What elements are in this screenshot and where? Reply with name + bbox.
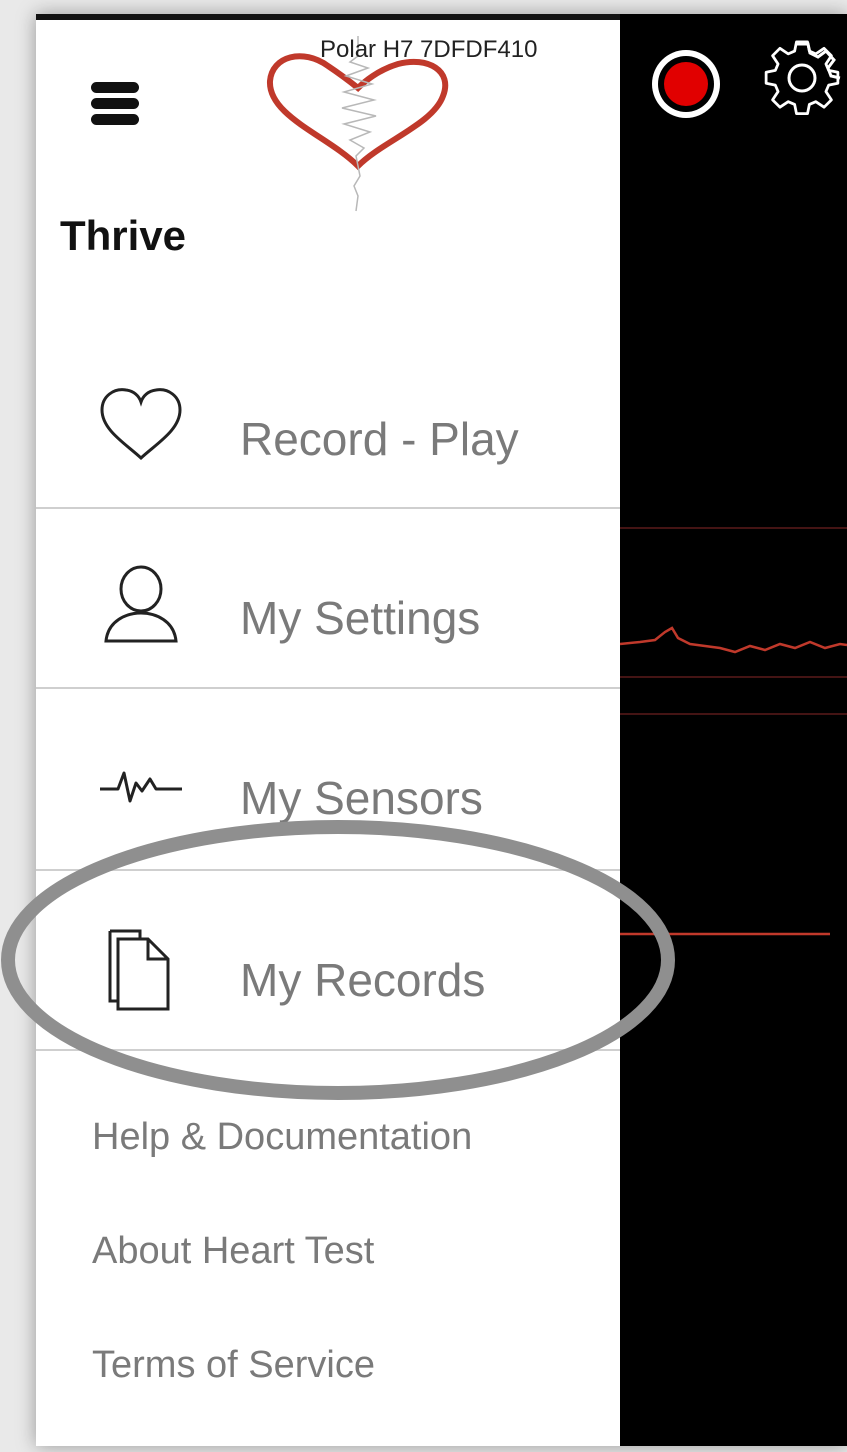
link-terms-of-service[interactable]: Terms of Service	[92, 1344, 375, 1387]
app-title: Thrive	[60, 212, 187, 259]
drawer-top-edge	[36, 14, 620, 20]
gear-icon	[764, 40, 841, 116]
menu-divider	[36, 1049, 620, 1051]
navigation-drawer: Polar H7 7DFDF410 Thrive Record - Play M…	[36, 14, 620, 1446]
pulse-waveform-icon	[100, 771, 182, 803]
ecg-trace-line	[620, 626, 847, 654]
link-about-heart-test[interactable]: About Heart Test	[92, 1230, 374, 1273]
menu-item-record-play[interactable]: Record - Play	[36, 330, 620, 510]
record-button[interactable]	[648, 46, 724, 122]
connected-device-name: Polar H7 7DFDF410	[320, 36, 538, 63]
link-help-documentation[interactable]: Help & Documentation	[92, 1116, 472, 1159]
documents-icon	[108, 929, 170, 1011]
menu-item-my-settings[interactable]: My Settings	[36, 509, 620, 689]
heart-trace-panel	[620, 14, 847, 1446]
menu-item-label: My Sensors	[240, 772, 483, 824]
hamburger-icon[interactable]	[86, 66, 144, 138]
menu-item-my-records[interactable]: My Records	[36, 871, 620, 1051]
person-outline-icon	[104, 565, 178, 643]
menu-item-label: My Settings	[240, 592, 481, 644]
settings-gear-button[interactable]	[760, 36, 844, 120]
record-icon	[652, 50, 720, 118]
menu-item-label: Record - Play	[240, 413, 519, 465]
menu-item-label: My Records	[240, 954, 486, 1006]
ecg-trace-graph	[620, 527, 847, 936]
heart-outline-icon	[100, 388, 182, 461]
menu-item-my-sensors[interactable]: My Sensors	[36, 689, 620, 869]
